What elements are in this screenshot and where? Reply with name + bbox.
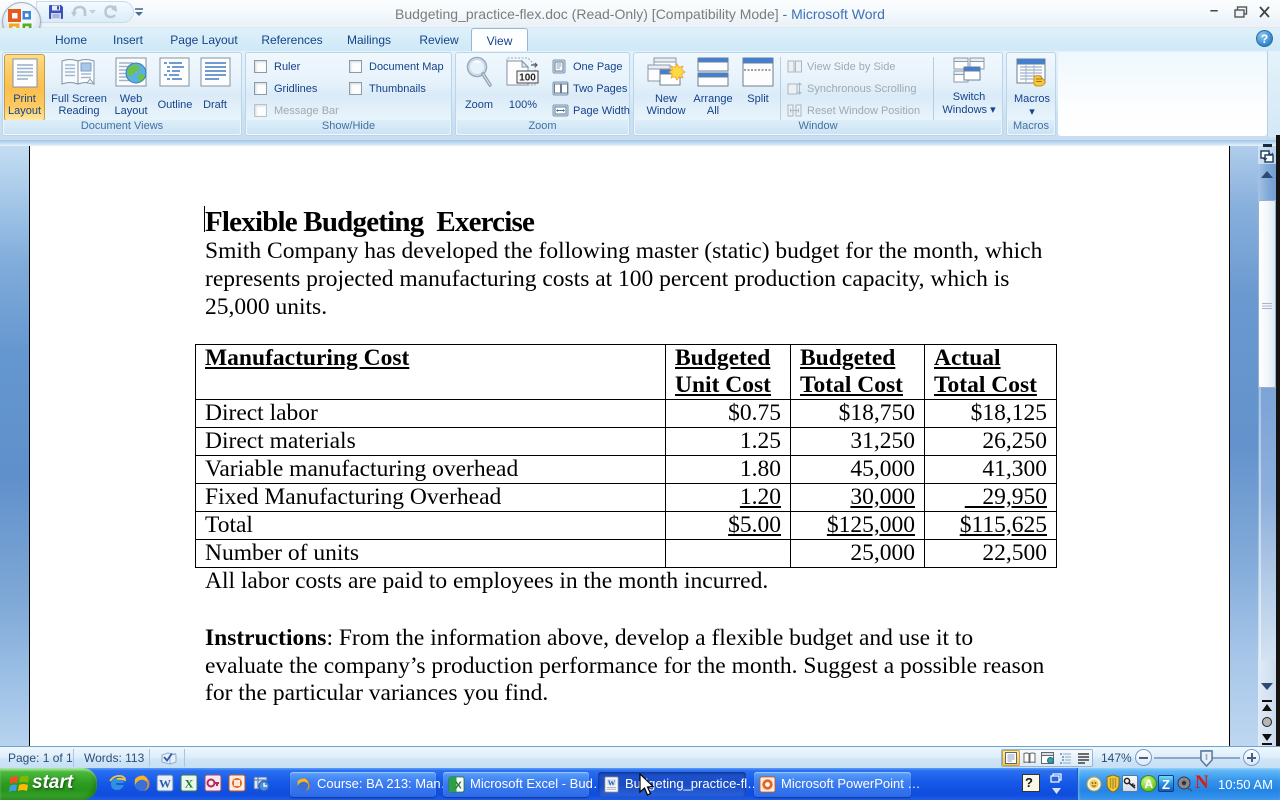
svg-text:W: W: [608, 778, 616, 787]
svg-text:X: X: [455, 780, 462, 791]
svg-text:X: X: [185, 777, 194, 791]
svg-text:W: W: [159, 777, 171, 791]
svg-text:100: 100: [519, 73, 536, 84]
